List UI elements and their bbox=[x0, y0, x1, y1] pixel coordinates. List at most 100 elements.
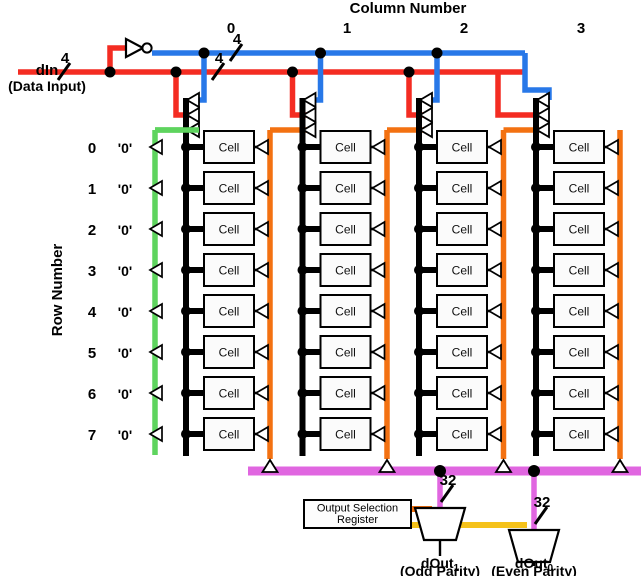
row-number-label: 5 bbox=[88, 345, 96, 362]
junction-dot-mux0 bbox=[528, 465, 540, 477]
cell-output-buffer-icon bbox=[370, 138, 386, 156]
svg-text:Cell: Cell bbox=[219, 305, 240, 319]
cell-output-buffer-icon bbox=[604, 261, 619, 279]
junction-dot-column bbox=[297, 142, 308, 152]
memory-cell: Cell bbox=[319, 335, 372, 369]
svg-text:Cell: Cell bbox=[219, 182, 240, 196]
memory-cell: Cell bbox=[319, 130, 372, 164]
memory-cell: Cell bbox=[436, 171, 488, 205]
memory-cell: Cell bbox=[553, 130, 605, 164]
memory-cell: Cell bbox=[553, 212, 605, 246]
svg-text:Cell: Cell bbox=[569, 264, 590, 278]
junction-dot-column bbox=[181, 183, 191, 193]
memory-cell: Cell bbox=[553, 294, 605, 328]
svg-text:Cell: Cell bbox=[219, 428, 240, 442]
svg-text:Cell: Cell bbox=[452, 428, 473, 442]
svg-text:Cell: Cell bbox=[219, 223, 240, 237]
memory-cell: Cell bbox=[203, 130, 255, 164]
cell-output-buffer-icon bbox=[370, 343, 386, 361]
junction-dot-column bbox=[297, 224, 308, 234]
memory-cell: Cell bbox=[436, 212, 488, 246]
memory-cell: Cell bbox=[436, 417, 488, 451]
cell-output-buffer-icon bbox=[370, 384, 386, 402]
svg-text:Cell: Cell bbox=[452, 264, 473, 278]
cell-output-buffer-icon bbox=[604, 384, 619, 402]
junction-dot-column bbox=[414, 388, 424, 398]
junction-dot-column bbox=[531, 265, 541, 275]
svg-text:Cell: Cell bbox=[452, 346, 473, 360]
cell-output-buffer-icon bbox=[254, 220, 269, 238]
junction-dot-blue bbox=[315, 47, 326, 59]
svg-text:Cell: Cell bbox=[569, 428, 590, 442]
row-number-label: 4 bbox=[88, 304, 97, 321]
row-number-label: 0 bbox=[88, 140, 96, 157]
cell-output-buffer-icon bbox=[487, 425, 502, 443]
bus-width-din: 4 bbox=[56, 50, 72, 81]
cell-output-buffer-icon bbox=[254, 343, 269, 361]
column-output-buffer-icon bbox=[377, 458, 397, 473]
junction-dot-column bbox=[414, 224, 424, 234]
svg-text:Register: Register bbox=[337, 514, 378, 526]
cell-output-buffer-icon bbox=[254, 425, 269, 443]
svg-text:Cell: Cell bbox=[452, 182, 473, 196]
cell-output-buffer-icon bbox=[487, 384, 502, 402]
memory-cell: Cell bbox=[203, 417, 255, 451]
svg-text:Cell: Cell bbox=[452, 387, 473, 401]
cell-output-buffer-icon bbox=[370, 220, 386, 238]
junction-dot-column bbox=[414, 347, 424, 357]
memory-cell: Cell bbox=[319, 253, 372, 287]
svg-text:Cell: Cell bbox=[335, 305, 356, 319]
svg-text:Cell: Cell bbox=[335, 387, 356, 401]
cell-output-buffer-icon bbox=[604, 179, 619, 197]
memory-cell: Cell bbox=[553, 417, 605, 451]
memory-cell: Cell bbox=[319, 417, 372, 451]
junction-dot-column bbox=[297, 429, 308, 439]
output-selection-register: Output SelectionRegister bbox=[303, 499, 412, 529]
row-value-label: '0' bbox=[118, 263, 132, 279]
row-number-label: 6 bbox=[88, 386, 96, 403]
memory-cell: Cell bbox=[203, 335, 255, 369]
junction-dot-column bbox=[531, 142, 541, 152]
svg-text:Cell: Cell bbox=[219, 264, 240, 278]
row-number-label: 2 bbox=[88, 222, 96, 239]
row-number-title: Row Number bbox=[49, 244, 66, 337]
diagram-canvas: Cell Cell Cell Cell Cell Cell Cell Cell Cell Cell… bbox=[8, 0, 641, 576]
junction-dot-column bbox=[297, 265, 308, 275]
junction-dot-column bbox=[181, 142, 191, 152]
row-value-label: '0' bbox=[118, 345, 132, 361]
junction-dot-column bbox=[531, 224, 541, 234]
junction-dot-column bbox=[414, 183, 424, 193]
memory-cell: Cell bbox=[203, 212, 255, 246]
memory-cell: Cell bbox=[436, 253, 488, 287]
junction-dot-column bbox=[531, 429, 541, 439]
column-output-buffer-icon bbox=[260, 458, 280, 473]
cell-output-buffer-icon bbox=[370, 261, 386, 279]
svg-text:Cell: Cell bbox=[335, 182, 356, 196]
din-label: dIn bbox=[36, 62, 59, 79]
memory-cell: Cell bbox=[553, 376, 605, 410]
column-number-label: 0 bbox=[227, 20, 235, 37]
cell-output-buffer-icon bbox=[254, 261, 269, 279]
junction-dot-column bbox=[181, 388, 191, 398]
memory-cell: Cell bbox=[203, 376, 255, 410]
cell-output-buffer-icon bbox=[487, 179, 502, 197]
junction-dot-column bbox=[414, 142, 424, 152]
svg-text:Cell: Cell bbox=[569, 223, 590, 237]
junction-dot-blue bbox=[198, 47, 210, 59]
memory-cell: Cell bbox=[553, 171, 605, 205]
cell-output-buffer-icon bbox=[487, 343, 502, 361]
cell-output-buffer-icon bbox=[370, 302, 386, 320]
junction-dot-column bbox=[297, 183, 308, 193]
junction-dot-column bbox=[531, 388, 541, 398]
memory-cell: Cell bbox=[436, 376, 488, 410]
memory-cell: Cell bbox=[203, 253, 255, 287]
svg-text:Cell: Cell bbox=[335, 264, 356, 278]
cell-output-buffer-icon bbox=[254, 302, 269, 320]
memory-cell: Cell bbox=[553, 253, 605, 287]
junction-dot-column bbox=[181, 265, 191, 275]
svg-text:Cell: Cell bbox=[452, 305, 473, 319]
svg-text:32: 32 bbox=[534, 494, 551, 511]
junction-dot-column bbox=[414, 429, 424, 439]
column-number-label: 3 bbox=[577, 20, 585, 37]
inverter-icon bbox=[124, 37, 153, 59]
